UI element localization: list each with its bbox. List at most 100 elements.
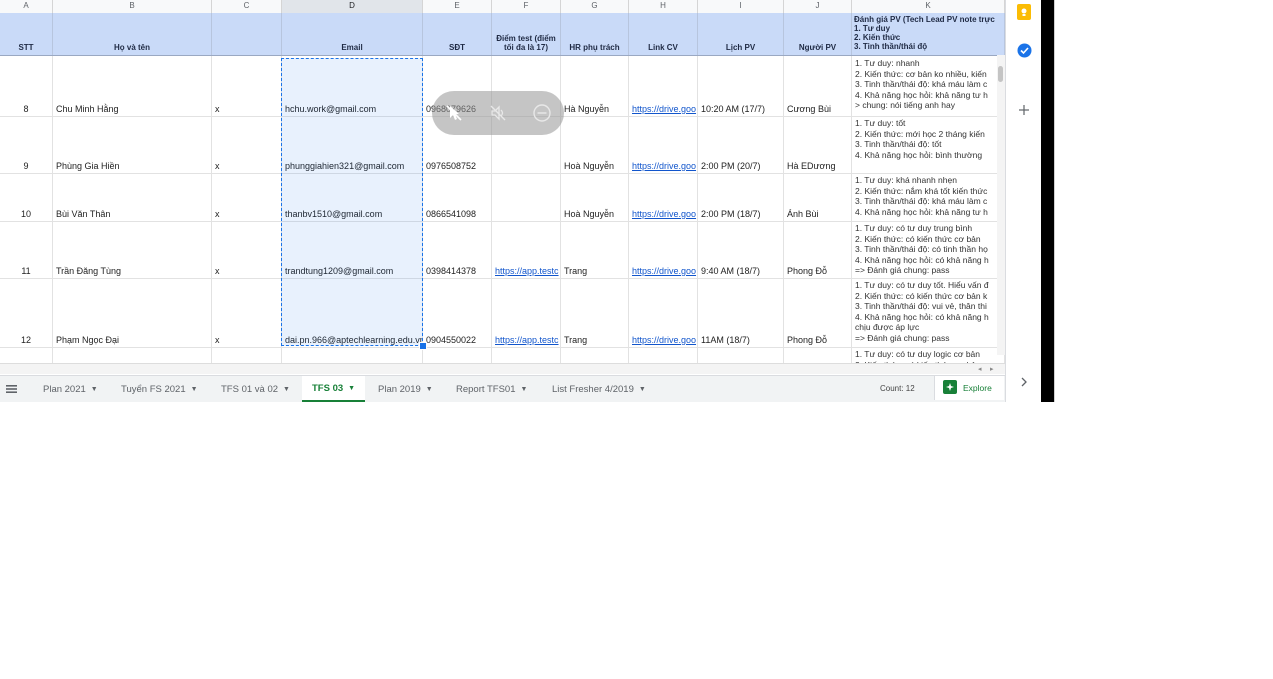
cell-hr[interactable]: Hoà Nguyễn: [561, 173, 629, 221]
tab-list-fresher[interactable]: List Fresher 4/2019 ▼: [552, 376, 646, 402]
cell-interviewer[interactable]: Cương Bùi: [784, 56, 852, 116]
cell-email[interactable]: dai.pn.966@aptechlearning.edu.vn: [282, 278, 423, 347]
cell-name[interactable]: Trần Đăng Tùng: [53, 221, 212, 278]
header-cv[interactable]: Link CV: [629, 13, 698, 55]
cell-test-score[interactable]: [492, 173, 561, 221]
sheet-list-icon[interactable]: [6, 376, 17, 402]
column-header-e[interactable]: E: [423, 0, 492, 13]
header-test-score[interactable]: Điểm test (điểm tối đa là 17): [492, 13, 561, 55]
cell-cv-link[interactable]: https://drive.goo: [629, 278, 698, 347]
cell-phone[interactable]: 0866541098: [423, 173, 492, 221]
cell-stt[interactable]: 11: [0, 221, 53, 278]
cell-name[interactable]: Phạm Ngọc Đại: [53, 278, 212, 347]
mouse-off-icon[interactable]: [441, 100, 467, 126]
cell-interviewer[interactable]: Phong Đỗ: [784, 278, 852, 347]
tab-tfs-03[interactable]: TFS 03 ▼: [302, 376, 366, 402]
tab-tfs-01-02[interactable]: TFS 01 và 02 ▼: [221, 376, 290, 402]
header-hr[interactable]: HR phụ trách: [561, 13, 629, 55]
header-name[interactable]: Họ và tên: [53, 13, 212, 55]
cell-test-score[interactable]: https://app.testc: [492, 221, 561, 278]
cell-schedule[interactable]: 2:00 PM (20/7): [698, 116, 784, 173]
mute-icon[interactable]: [485, 100, 511, 126]
keep-icon[interactable]: [1016, 4, 1032, 20]
cell-hr[interactable]: Hoà Nguyễn: [561, 116, 629, 173]
cell-c[interactable]: x: [212, 173, 282, 221]
header-email[interactable]: Email: [282, 13, 423, 55]
cell-c[interactable]: x: [212, 116, 282, 173]
column-header-k[interactable]: K: [852, 0, 1005, 13]
header-stt[interactable]: STT: [0, 13, 53, 55]
explore-button[interactable]: Explore: [934, 376, 1004, 400]
cell-phone[interactable]: 0398414378: [423, 221, 492, 278]
selection-count[interactable]: Count: 12: [880, 384, 915, 393]
cell-interviewer[interactable]: Ánh Bùi: [784, 173, 852, 221]
cell-hr[interactable]: Trang: [561, 278, 629, 347]
cell-evaluation[interactable]: 1. Tư duy: khá nhanh nhẹn 2. Kiến thức: …: [852, 173, 1005, 221]
selection-fill-handle[interactable]: [419, 342, 427, 350]
header-interviewer[interactable]: Người PV: [784, 13, 852, 55]
column-header-c[interactable]: C: [212, 0, 282, 13]
cell-test-score[interactable]: https://app.testc: [492, 278, 561, 347]
column-header-i[interactable]: I: [698, 0, 784, 13]
column-header-b[interactable]: B: [53, 0, 212, 13]
tab-report-tfs01[interactable]: Report TFS01 ▼: [456, 376, 527, 402]
cell-evaluation[interactable]: 1. Tư duy: có tư duy tốt. Hiểu vấn đ 2. …: [852, 278, 1005, 347]
cell-evaluation[interactable]: 1. Tư duy: có tư duy trung bình 2. Kiến …: [852, 221, 1005, 278]
cell-stt[interactable]: 10: [0, 173, 53, 221]
column-header-h[interactable]: H: [629, 0, 698, 13]
cell-email[interactable]: thanbv1510@gmail.com: [282, 173, 423, 221]
scroll-right-icon[interactable]: ▸: [990, 365, 994, 373]
cell-c[interactable]: x: [212, 278, 282, 347]
tab-plan-2021[interactable]: Plan 2021 ▼: [43, 376, 98, 402]
cell-stt[interactable]: 8: [0, 56, 53, 116]
tab-plan-2019[interactable]: Plan 2019 ▼: [378, 376, 433, 402]
header-c[interactable]: [212, 13, 282, 55]
cell-c[interactable]: x: [212, 56, 282, 116]
column-header-a[interactable]: A: [0, 0, 53, 13]
cell-email[interactable]: hchu.work@gmail.com: [282, 56, 423, 116]
cell-interviewer[interactable]: Hà EDương: [784, 116, 852, 173]
cell-cv-link[interactable]: https://drive.goo: [629, 116, 698, 173]
column-header-d[interactable]: D: [282, 0, 423, 13]
header-phone[interactable]: SĐT: [423, 13, 492, 55]
cell-cv-link[interactable]: https://drive.goo: [629, 56, 698, 116]
chevron-right-icon[interactable]: [1016, 374, 1032, 390]
cell-stt[interactable]: 12: [0, 278, 53, 347]
add-icon[interactable]: [1016, 102, 1032, 118]
vertical-scrollbar[interactable]: [997, 55, 1005, 355]
tab-label: TFS 03: [312, 382, 344, 394]
cell-cv-link[interactable]: https://drive.goo: [629, 173, 698, 221]
chevron-down-icon: ▼: [425, 385, 433, 393]
tab-tuyen-fs-2021[interactable]: Tuyển FS 2021 ▼: [121, 376, 198, 402]
tasks-icon[interactable]: [1016, 42, 1032, 58]
cell-schedule[interactable]: 10:20 AM (17/7): [698, 56, 784, 116]
header-evaluation[interactable]: Đánh giá PV (Tech Lead PV note trực 1. T…: [852, 13, 1005, 55]
cell-hr[interactable]: Hà Nguyễn: [561, 56, 629, 116]
cell-email[interactable]: trandtung1209@gmail.com: [282, 221, 423, 278]
cell-hr[interactable]: Trang: [561, 221, 629, 278]
minus-circle-icon[interactable]: [529, 100, 555, 126]
scroll-left-icon[interactable]: ◂: [978, 365, 982, 373]
cell-name[interactable]: Phùng Gia Hiền: [53, 116, 212, 173]
cell-name[interactable]: Chu Minh Hằng: [53, 56, 212, 116]
cell-name[interactable]: Bùi Văn Thân: [53, 173, 212, 221]
cell-c[interactable]: x: [212, 221, 282, 278]
cell-schedule[interactable]: 2:00 PM (18/7): [698, 173, 784, 221]
header-schedule[interactable]: Lịch PV: [698, 13, 784, 55]
cell-phone[interactable]: 0904550022: [423, 278, 492, 347]
table-row: 12 Phạm Ngọc Đại x dai.pn.966@aptechlear…: [0, 278, 1005, 348]
column-header-j[interactable]: J: [784, 0, 852, 13]
cell-evaluation[interactable]: 1. Tư duy: tốt 2. Kiến thức: mới học 2 t…: [852, 116, 1005, 173]
table-row: 10 Bùi Văn Thân x thanbv1510@gmail.com 0…: [0, 173, 1005, 222]
cell-stt[interactable]: 9: [0, 116, 53, 173]
cell-email[interactable]: phunggiahien321@gmail.com: [282, 116, 423, 173]
column-header-g[interactable]: G: [561, 0, 629, 13]
cell-interviewer[interactable]: Phong Đỗ: [784, 221, 852, 278]
column-header-f[interactable]: F: [492, 0, 561, 13]
cell-evaluation[interactable]: 1. Tư duy: nhanh 2. Kiến thức: cơ bản ko…: [852, 56, 1005, 116]
vertical-scroll-thumb[interactable]: [998, 66, 1003, 82]
cell-cv-link[interactable]: https://drive.goo: [629, 221, 698, 278]
cell-schedule[interactable]: 11AM (18/7): [698, 278, 784, 347]
horizontal-scrollbar[interactable]: ◂ ▸: [0, 363, 1005, 374]
cell-schedule[interactable]: 9:40 AM (18/7): [698, 221, 784, 278]
